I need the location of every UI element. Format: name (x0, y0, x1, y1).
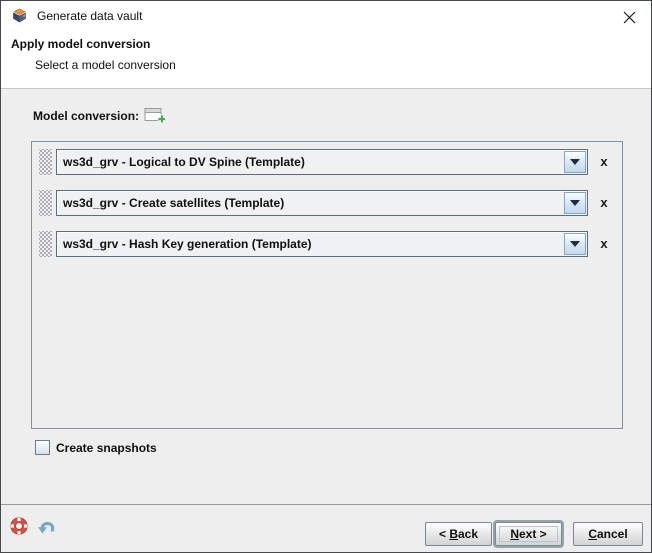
chevron-down-icon[interactable] (564, 192, 586, 214)
conversion-row: ws3d_grv - Hash Key generation (Template… (39, 231, 614, 257)
next-button[interactable]: Next > (495, 522, 562, 546)
back-button[interactable]: < Back (425, 522, 492, 546)
cancel-button[interactable]: Cancel (573, 522, 643, 546)
conversion-row: ws3d_grv - Create satellites (Template) … (39, 190, 614, 216)
footer-bar: < Back Next > Cancel (1, 505, 651, 552)
page-title: Apply model conversion (11, 37, 150, 51)
conversions-panel: ws3d_grv - Logical to DV Spine (Template… (31, 141, 623, 429)
create-snapshots-checkbox[interactable] (35, 440, 50, 455)
window-title: Generate data vault (37, 9, 142, 23)
generate-data-vault-dialog: Generate data vault Apply model conversi… (0, 0, 652, 553)
conversion-select-1[interactable]: ws3d_grv - Logical to DV Spine (Template… (56, 149, 588, 175)
drag-handle[interactable] (39, 149, 52, 175)
conversion-row: ws3d_grv - Logical to DV Spine (Template… (39, 149, 614, 175)
remove-x-icon[interactable]: x (594, 152, 614, 172)
dialog-header: Generate data vault Apply model conversi… (1, 1, 651, 89)
create-snapshots-row: Create snapshots (35, 440, 157, 455)
conversion-select-value: ws3d_grv - Logical to DV Spine (Template… (57, 150, 563, 174)
drag-handle[interactable] (39, 190, 52, 216)
titlebar: Generate data vault (1, 1, 651, 31)
chevron-down-icon[interactable] (564, 233, 586, 255)
close-icon[interactable] (615, 5, 643, 29)
conversion-select-2[interactable]: ws3d_grv - Create satellites (Template) (56, 190, 588, 216)
remove-x-icon[interactable]: x (594, 193, 614, 213)
remove-x-icon[interactable]: x (594, 234, 614, 254)
life-buoy-help-icon[interactable] (7, 514, 31, 538)
create-snapshots-label: Create snapshots (56, 441, 157, 455)
add-conversion-icon[interactable] (143, 105, 165, 125)
conversion-select-value: ws3d_grv - Hash Key generation (Template… (57, 232, 563, 256)
data-vault-box-icon (11, 8, 28, 24)
drag-handle[interactable] (39, 231, 52, 257)
conversion-select-value: ws3d_grv - Create satellites (Template) (57, 191, 563, 215)
model-conversion-label: Model conversion: (33, 109, 139, 123)
chevron-down-icon[interactable] (564, 151, 586, 173)
undo-arrow-icon[interactable] (35, 517, 59, 537)
conversion-select-3[interactable]: ws3d_grv - Hash Key generation (Template… (56, 231, 588, 257)
page-subtitle: Select a model conversion (35, 58, 176, 72)
